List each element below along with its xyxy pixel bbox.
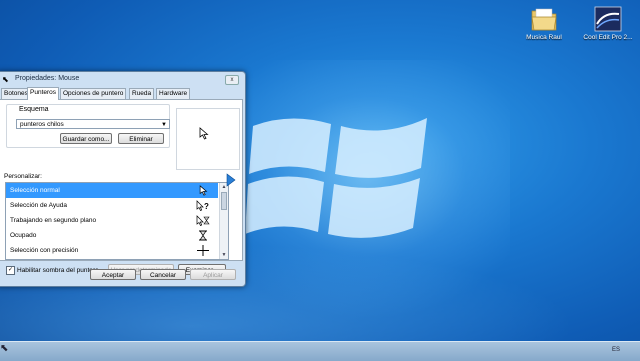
taskbar: ⬉ ES (0, 341, 640, 361)
list-item[interactable]: Selección de Ayuda ? (6, 198, 218, 213)
start-button[interactable]: ⬉ (0, 343, 8, 354)
delete-button[interactable]: Eliminar (118, 133, 164, 144)
list-scrollbar[interactable]: ▲ ▼ (219, 183, 228, 259)
arrow-cursor-icon (199, 127, 209, 140)
dialog-titlebar[interactable]: ⬉ Propiedades: Mouse x (0, 72, 245, 86)
checkmark-icon: ✓ (6, 266, 15, 275)
list-item-label: Selección con precisión (10, 247, 79, 254)
mouse-properties-dialog: ⬉ Propiedades: Mouse x Botones Punteros … (0, 71, 246, 287)
desktop-icon-label: Musica Raul (526, 34, 562, 41)
scheme-group-label: Esquema (17, 106, 51, 113)
help-cursor-icon: ? (196, 200, 210, 211)
list-item-label: Ocupado (10, 232, 37, 239)
language-indicator[interactable]: ES (612, 347, 620, 353)
folder-icon (530, 6, 558, 32)
busy-cursor-icon (196, 230, 210, 241)
desktop-icon-label: Cool Edit Pro 2... (583, 34, 633, 41)
tab-hardware[interactable]: Hardware (156, 88, 191, 99)
cursor-list[interactable]: Selección normal Selección de Ayuda ? Tr… (5, 182, 229, 260)
close-button[interactable]: x (225, 75, 239, 85)
arrow-cursor-icon (196, 185, 210, 196)
list-item[interactable]: Selección normal (6, 183, 218, 198)
tab-opciones-de-puntero[interactable]: Opciones de puntero (60, 88, 127, 99)
cool-edit-icon (594, 6, 622, 32)
chevron-down-icon: ▼ (161, 122, 167, 128)
scroll-thumb[interactable] (221, 192, 227, 210)
cancel-button[interactable]: Cancelar (140, 269, 186, 280)
windows-logo (245, 118, 427, 238)
ok-button[interactable]: Aceptar (90, 269, 136, 280)
svg-text:?: ? (204, 202, 209, 211)
list-item-label: Selección de Ayuda (10, 202, 67, 209)
pointers-panel: Esquema punteros chilos ▼ Guardar como..… (0, 99, 243, 275)
list-item[interactable]: Trabajando en segundo plano (6, 213, 218, 228)
cursor-preview (176, 108, 240, 170)
precision-cursor-icon (196, 245, 210, 256)
scheme-group: Esquema punteros chilos ▼ Guardar como..… (6, 104, 170, 148)
mouse-pointer-icon: ⬉ (2, 75, 9, 84)
working-cursor-icon (196, 215, 210, 226)
tab-punteros[interactable]: Punteros (27, 87, 60, 100)
shadow-checkbox-label: Habilitar sombra del puntero (17, 267, 99, 275)
pointer-arrow-icon (226, 173, 236, 187)
customize-label: Personalizar: (4, 173, 42, 180)
desktop-icon-cool-edit[interactable]: Cool Edit Pro 2... (578, 6, 638, 41)
save-as-button[interactable]: Guardar como... (60, 133, 112, 144)
dialog-title: Propiedades: Mouse (15, 75, 80, 82)
list-item-label: Trabajando en segundo plano (10, 217, 97, 224)
desktop-icon-musica-raul[interactable]: Musica Raul (518, 6, 570, 41)
list-item[interactable]: Ocupado (6, 228, 218, 243)
apply-button[interactable]: Aplicar (190, 269, 236, 280)
list-item[interactable]: Selección con precisión (6, 243, 218, 258)
scheme-select[interactable]: punteros chilos ▼ (16, 119, 170, 129)
scheme-select-value: punteros chilos (20, 121, 64, 128)
list-item-label: Selección normal (10, 187, 60, 194)
tab-rueda[interactable]: Rueda (129, 88, 155, 99)
scroll-down-icon[interactable]: ▼ (220, 251, 228, 259)
shadow-checkbox[interactable]: ✓ Habilitar sombra del puntero (6, 266, 99, 275)
